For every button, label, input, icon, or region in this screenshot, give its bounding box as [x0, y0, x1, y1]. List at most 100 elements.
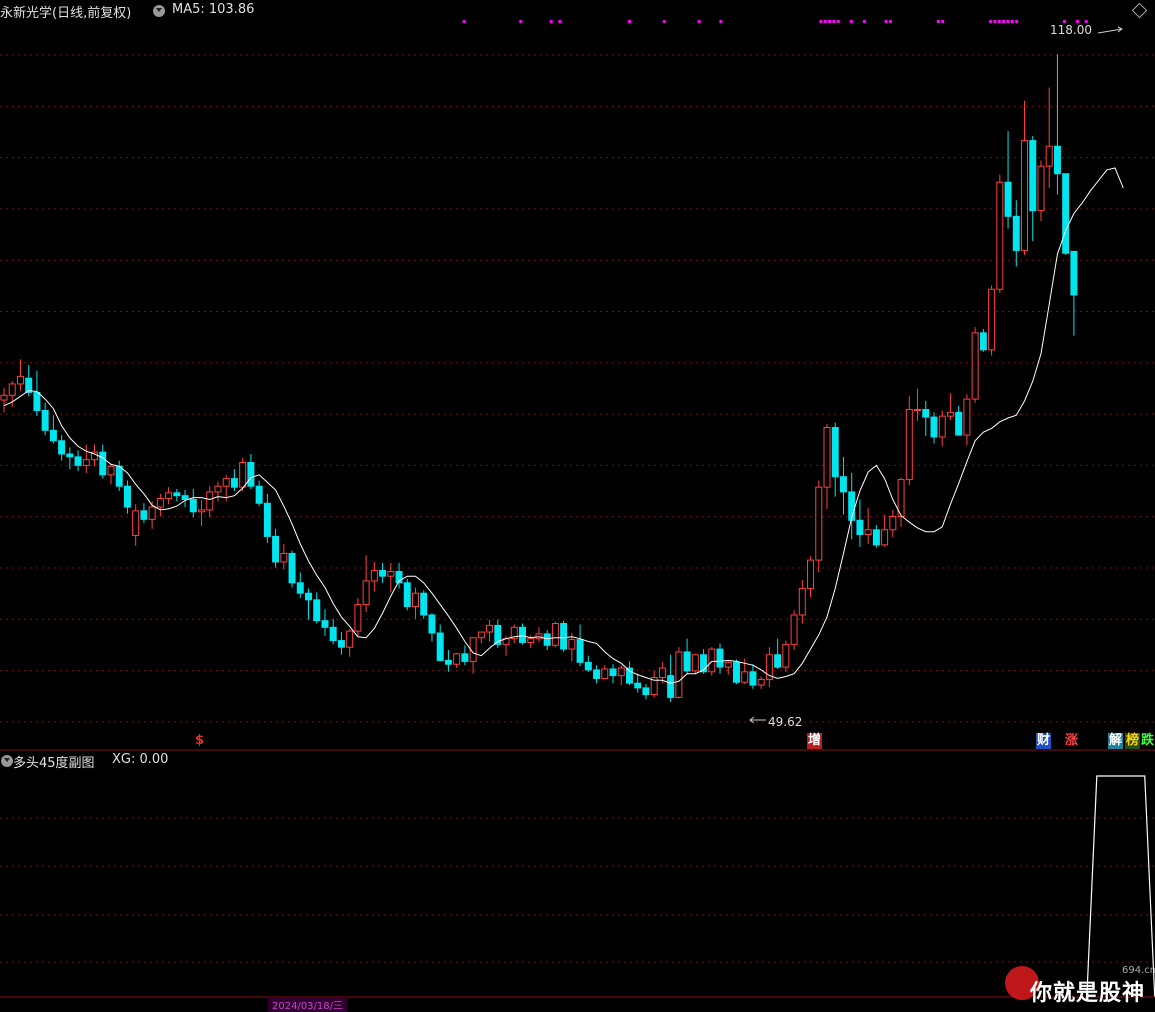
- candle-body: [74, 456, 82, 466]
- candle-body: [305, 592, 313, 601]
- candle-body: [486, 624, 494, 633]
- candle-body: [938, 415, 946, 438]
- watermark-sub: 694.cn: [1122, 965, 1155, 976]
- candle-body: [214, 485, 222, 493]
- candle-body: [58, 440, 66, 455]
- signal-dot: [832, 20, 836, 23]
- event-tag-zeng[interactable]: 增: [807, 733, 823, 749]
- candle-body: [370, 569, 378, 582]
- signal-dot: [1010, 20, 1014, 23]
- candle-body: [33, 391, 41, 411]
- candlestick-series: [0, 54, 1078, 703]
- candle-body: [732, 661, 740, 683]
- candle-body: [66, 453, 74, 458]
- candle-body: [708, 648, 716, 673]
- candle-body: [461, 653, 469, 662]
- candle-body: [313, 599, 321, 622]
- signal-dot: [462, 20, 466, 23]
- event-tag-jie[interactable]: 解: [1108, 733, 1124, 749]
- candle-body: [8, 383, 16, 396]
- candle-body: [247, 462, 255, 487]
- candle-body: [576, 639, 584, 663]
- candle-body: [593, 669, 601, 679]
- candle-body: [839, 476, 847, 493]
- candle-body: [1021, 140, 1029, 251]
- candle-body: [1004, 181, 1012, 217]
- candle-body: [683, 651, 691, 672]
- signal-dot: [628, 20, 631, 23]
- price-grid: [0, 54, 1155, 723]
- candle-body: [123, 485, 131, 508]
- candle-body: [667, 675, 675, 698]
- candle-body: [757, 678, 765, 686]
- watermark-text: 你就是股神: [1030, 981, 1146, 1006]
- candle-body: [198, 509, 206, 513]
- event-tag-dollar[interactable]: $: [194, 733, 206, 749]
- candle-body: [543, 633, 551, 646]
- candle-body: [165, 492, 173, 500]
- candle-body: [535, 633, 543, 640]
- candle-body: [1062, 173, 1070, 254]
- candle-body: [798, 587, 806, 616]
- candle-body: [379, 569, 387, 577]
- candle-body: [420, 592, 428, 616]
- sub-chart-title: 多头45度副图: [13, 756, 95, 771]
- candle-body: [823, 427, 831, 488]
- candle-body: [634, 682, 642, 689]
- candle-body: [16, 375, 24, 385]
- candle-body: [1045, 145, 1053, 167]
- candle-body: [239, 462, 247, 488]
- candle-body: [946, 411, 954, 417]
- candle-body: [716, 648, 724, 668]
- candle-body: [206, 491, 214, 511]
- dropdown-icon[interactable]: [153, 5, 165, 17]
- candle-body: [856, 519, 864, 536]
- candle-body: [428, 614, 436, 634]
- candle-body: [741, 671, 749, 683]
- candle-body: [889, 516, 897, 531]
- candle-body: [173, 492, 181, 497]
- event-tag-die[interactable]: 跌: [1140, 733, 1155, 749]
- candle-body: [790, 614, 798, 645]
- candle-body: [296, 582, 304, 594]
- signal-dots: [462, 20, 1088, 23]
- xg-signal-line: [1086, 775, 1155, 998]
- candle-body: [881, 529, 889, 546]
- high-price-label: 118.00: [1050, 23, 1092, 37]
- candle-body: [444, 659, 452, 665]
- candle-body: [996, 181, 1004, 290]
- candle-body: [872, 529, 880, 546]
- candle-body: [272, 535, 280, 563]
- candle-body: [568, 639, 576, 650]
- candle-body: [905, 409, 913, 481]
- signal-dot: [823, 20, 827, 23]
- candle-body: [41, 409, 49, 431]
- candle-body: [362, 580, 370, 606]
- candle-body: [831, 427, 839, 478]
- event-tag-cai[interactable]: 财: [1036, 733, 1052, 749]
- candle-body: [560, 623, 568, 650]
- candle-body: [675, 651, 683, 698]
- event-tag-bang[interactable]: 榜: [1125, 733, 1141, 749]
- candle-body: [864, 529, 872, 536]
- candle-body: [288, 552, 296, 584]
- signal-dot: [884, 20, 888, 23]
- candle-body: [691, 654, 699, 672]
- sub-dropdown-icon[interactable]: [1, 755, 13, 767]
- candle-body: [955, 411, 963, 436]
- candle-body: [930, 416, 938, 438]
- sub-chart-grid: [0, 817, 1155, 963]
- candle-body: [189, 498, 197, 513]
- signal-dot: [849, 20, 853, 23]
- candle-body: [140, 510, 148, 520]
- candle-body: [222, 478, 230, 487]
- kline-chart[interactable]: [0, 0, 1155, 1006]
- candle-body: [551, 623, 559, 646]
- candle-body: [774, 654, 782, 668]
- candle-body: [815, 486, 823, 561]
- signal-dot: [889, 20, 892, 23]
- event-tag-zhang[interactable]: 涨: [1064, 733, 1080, 749]
- candle-body: [49, 429, 57, 442]
- signal-dot: [936, 20, 940, 23]
- candle-body: [263, 502, 271, 537]
